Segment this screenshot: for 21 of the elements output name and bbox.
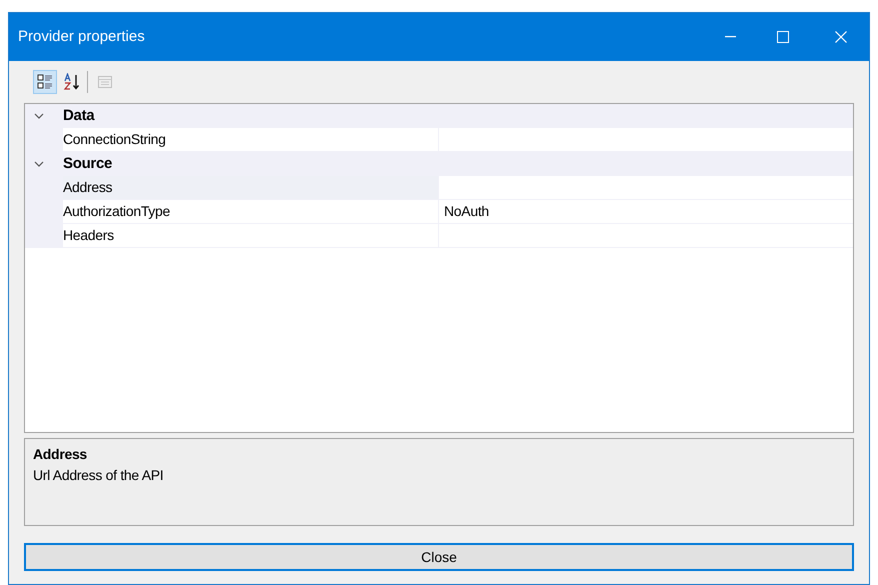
row-margin xyxy=(25,224,63,248)
category-row[interactable]: Data xyxy=(25,104,853,128)
category-name: Source xyxy=(62,154,112,174)
description-text: Url Address of the API xyxy=(33,466,164,485)
close-button[interactable]: Close xyxy=(24,543,854,571)
sort-az-icon xyxy=(63,73,81,91)
property-name-cell[interactable]: AuthorizationType xyxy=(63,200,439,224)
categorized-button[interactable] xyxy=(33,70,57,94)
description-title: Address xyxy=(33,445,87,464)
maximize-icon xyxy=(777,31,789,43)
property-pages-icon xyxy=(97,74,113,90)
close-icon xyxy=(835,31,847,43)
category-name: Data xyxy=(62,106,94,126)
window-title: Provider properties xyxy=(17,26,146,47)
property-value-cell[interactable]: NoAuth xyxy=(439,200,853,224)
category-row[interactable]: Source xyxy=(25,152,853,176)
property-name-cell[interactable]: Headers xyxy=(63,224,439,248)
minimize-icon xyxy=(724,36,736,38)
categorized-icon xyxy=(37,74,53,90)
property-name-cell[interactable]: Address xyxy=(63,176,439,200)
property-name-cell[interactable]: ConnectionString xyxy=(63,128,439,152)
